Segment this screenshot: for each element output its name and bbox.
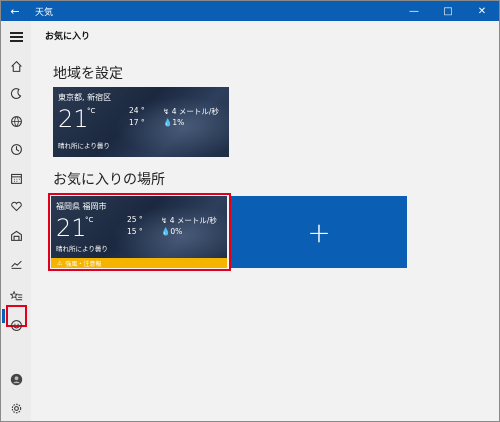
calendar-icon[interactable] bbox=[6, 168, 26, 188]
home-section-title: 地域を設定 bbox=[53, 66, 123, 82]
building-icon[interactable] bbox=[6, 225, 26, 245]
window-title: 天気 bbox=[35, 7, 54, 18]
active-indicator bbox=[2, 309, 5, 323]
heart-icon[interactable] bbox=[6, 196, 26, 216]
window-controls: — □ ✕ bbox=[397, 1, 499, 21]
plus-icon: + bbox=[307, 215, 331, 249]
globe-icon[interactable] bbox=[6, 111, 26, 131]
title-bar: ← 天気 — □ ✕ bbox=[1, 1, 499, 21]
card-location: 東京都, 新宿区 bbox=[58, 93, 112, 102]
clock-icon[interactable] bbox=[6, 139, 26, 159]
weather-app-window: ← 天気 — □ ✕ お気に入り 地域を設定 東京都, 新宿区 21 °C 24… bbox=[0, 0, 500, 422]
add-favorite-button[interactable]: + bbox=[231, 196, 407, 268]
gear-icon[interactable] bbox=[6, 398, 26, 418]
wind-icon: ↯ bbox=[163, 107, 170, 116]
home-icon[interactable] bbox=[6, 56, 26, 76]
chart-icon[interactable] bbox=[6, 253, 26, 273]
moon-icon[interactable] bbox=[6, 83, 26, 103]
card-high: 24 ° bbox=[129, 106, 145, 115]
back-arrow-icon[interactable]: ← bbox=[1, 1, 29, 21]
home-weather-card[interactable]: 東京都, 新宿区 21 °C 24 ° 17 ° ↯ 4 メートル/秒 💧1% … bbox=[53, 87, 229, 157]
minimize-icon[interactable]: — bbox=[397, 1, 431, 21]
hamburger-menu-icon[interactable] bbox=[10, 32, 23, 42]
favorite-card-highlight-box bbox=[48, 193, 231, 271]
page-title: お気に入り bbox=[45, 32, 91, 42]
card-condition: 晴れ所により曇り bbox=[58, 142, 110, 150]
sidebar bbox=[1, 21, 31, 421]
card-low: 17 ° bbox=[129, 118, 145, 127]
smile-icon[interactable] bbox=[6, 315, 26, 335]
maximize-icon[interactable]: □ bbox=[431, 1, 465, 21]
favorites-section-title: お気に入りの場所 bbox=[53, 172, 165, 188]
card-wind: ↯ 4 メートル/秒 bbox=[163, 107, 219, 116]
avatar-icon[interactable] bbox=[6, 369, 26, 389]
card-unit: °C bbox=[87, 107, 96, 115]
close-icon[interactable]: ✕ bbox=[465, 1, 499, 21]
raindrop-icon: 💧 bbox=[163, 118, 173, 127]
card-temperature: 21 bbox=[58, 105, 89, 133]
star-list-icon[interactable] bbox=[6, 286, 26, 306]
card-rain: 💧1% bbox=[163, 118, 185, 127]
